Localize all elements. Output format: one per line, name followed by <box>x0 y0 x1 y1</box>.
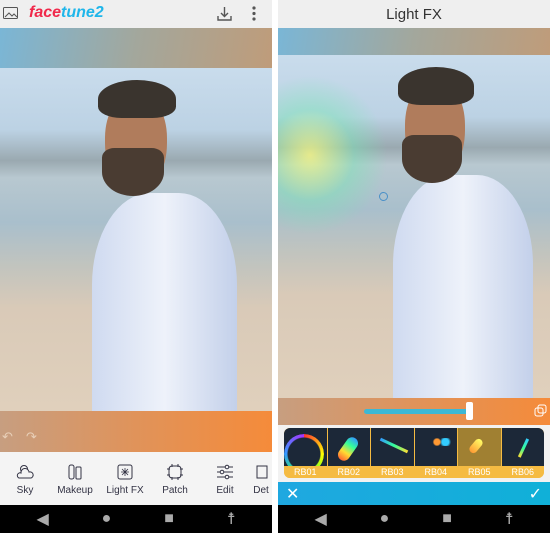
preset-thumbnail <box>371 428 414 466</box>
slider-handle[interactable] <box>466 402 473 420</box>
tool-label: Patch <box>162 484 188 496</box>
preset-thumbnail <box>458 428 501 466</box>
preset-strip: RB01 RB02 RB03 RB04 RB05 RB06 <box>284 428 544 478</box>
light-fx-icon <box>117 464 133 479</box>
preset-rb06[interactable]: RB06 <box>501 428 544 478</box>
accessibility-icon[interactable]: ☨ <box>505 509 514 529</box>
undo-icon[interactable]: ↶ <box>2 429 13 445</box>
cancel-button[interactable]: ✕ <box>286 484 299 504</box>
subject-shirt <box>92 193 237 411</box>
tool-details[interactable]: Det <box>250 452 272 505</box>
preset-label: RB01 <box>293 467 317 477</box>
preset-label: RB06 <box>511 467 534 477</box>
confirm-button[interactable]: ✓ <box>529 484 542 504</box>
preset-thumbnail <box>501 428 544 466</box>
preset-rb02[interactable]: RB02 <box>327 428 370 478</box>
tool-edit[interactable]: Edit <box>200 452 250 505</box>
tool-label: Light FX <box>106 484 144 496</box>
preset-label: RB04 <box>424 467 447 477</box>
photo-canvas[interactable] <box>0 68 272 411</box>
preset-rb03[interactable]: RB03 <box>371 428 414 478</box>
details-icon <box>256 465 268 478</box>
tool-label: Sky <box>16 484 34 496</box>
patch-icon <box>167 463 183 480</box>
tool-makeup[interactable]: Makeup <box>50 452 100 505</box>
tool-label: Makeup <box>57 484 93 496</box>
preset-thumbnail <box>414 428 457 466</box>
app-bar: facetune2 <box>0 0 272 28</box>
tool-label: Det <box>253 484 269 496</box>
title-bar: Light FX <box>278 0 550 28</box>
gallery-icon[interactable] <box>3 7 18 19</box>
back-icon[interactable]: ◀ <box>36 509 48 529</box>
tools-toolbar: Sky Makeup Light FX Patch Edit Det <box>0 452 272 505</box>
preset-rb04[interactable]: RB04 <box>414 428 457 478</box>
slider-bar <box>278 398 550 425</box>
subject-hair <box>398 67 474 105</box>
recents-icon[interactable]: ■ <box>164 510 174 528</box>
compare-icon[interactable] <box>534 404 547 417</box>
right-screen: Light FX RB01 RB02 RB03 RB04 RB05 RB06 ✕… <box>278 0 550 533</box>
left-screen: facetune2 ↶ ↷ Sky Makeup Light FX Patch … <box>0 0 272 533</box>
download-icon[interactable] <box>217 6 232 21</box>
home-icon[interactable]: ● <box>102 510 112 528</box>
logo-tune: tune2 <box>61 4 104 21</box>
preset-thumbnail <box>284 428 327 466</box>
tool-sky[interactable]: Sky <box>0 452 50 505</box>
screen-title: Light FX <box>386 5 442 23</box>
intensity-slider[interactable] <box>364 409 472 414</box>
light-leak-effect <box>278 75 388 235</box>
android-nav-bar: ◀ ● ■ ☨ <box>0 505 272 533</box>
more-vert-icon[interactable] <box>252 6 256 21</box>
tool-patch[interactable]: Patch <box>150 452 200 505</box>
recents-icon[interactable]: ■ <box>442 510 452 528</box>
sky-icon <box>16 464 34 478</box>
tool-label: Edit <box>216 484 234 496</box>
subject-beard <box>402 135 462 183</box>
tool-light-fx[interactable]: Light FX <box>100 452 150 505</box>
home-icon[interactable]: ● <box>380 510 390 528</box>
sliders-icon <box>217 464 233 479</box>
gradient-band <box>278 28 550 55</box>
subject-beard <box>102 148 164 196</box>
preset-rb01[interactable]: RB01 <box>284 428 327 478</box>
preset-rb05[interactable]: RB05 <box>458 428 501 478</box>
back-icon[interactable]: ◀ <box>314 509 326 529</box>
accessibility-icon[interactable]: ☨ <box>227 509 236 529</box>
android-nav-bar: ◀ ● ■ ☨ <box>278 505 550 533</box>
facetune-logo: facetune2 <box>29 4 104 22</box>
undo-bar: ↶ ↷ <box>0 411 272 452</box>
light-fx-position-handle[interactable] <box>379 192 388 201</box>
preset-thumbnail <box>327 428 370 466</box>
photo-canvas[interactable] <box>278 55 550 398</box>
action-bar: ✕ ✓ <box>278 482 550 505</box>
logo-face: face <box>29 4 62 21</box>
preset-label: RB03 <box>380 467 404 477</box>
redo-icon[interactable]: ↷ <box>26 429 37 445</box>
makeup-icon <box>68 464 82 479</box>
subject-hair <box>98 80 176 118</box>
gradient-band <box>0 28 272 68</box>
preset-label: RB05 <box>467 467 491 477</box>
subject-shirt <box>393 175 533 398</box>
preset-label: RB02 <box>337 467 360 477</box>
